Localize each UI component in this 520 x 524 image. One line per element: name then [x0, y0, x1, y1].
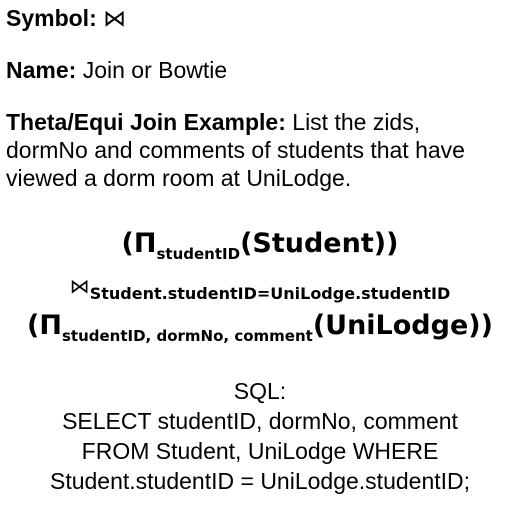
- ra-projection-open-2: (Π: [27, 310, 62, 341]
- ra-line-2: ⋈Student.studentID=UniLodge.studentID: [0, 274, 520, 304]
- example-label: Theta/Equi Join Example:: [6, 109, 286, 135]
- name-value: Join or Bowtie: [82, 57, 228, 83]
- ra-projection-subscript: studentID: [156, 245, 241, 263]
- join-condition: Student.studentID=UniLodge.studentID: [89, 284, 451, 303]
- sql-line-1: SELECT studentID, dormNo, comment: [62, 408, 458, 434]
- ra-projection-open: (Π: [121, 228, 157, 259]
- sql-label: SQL:: [233, 378, 287, 404]
- name-label: Name:: [6, 57, 77, 83]
- ra-relation: (Student)): [240, 228, 399, 259]
- name-line: Name: Join or Bowtie: [6, 56, 227, 84]
- sql-line-3: Student.studentID = UniLodge.studentID;: [49, 468, 471, 494]
- join-symbol-icon: ⋈: [69, 274, 90, 298]
- ra-line-3: (ΠstudentID, dormNo, comment(UniLodge)): [0, 310, 520, 345]
- ra-relation-2: (UniLodge)): [312, 310, 493, 341]
- symbol-label: Symbol:: [6, 5, 97, 31]
- ra-projection-subscript-2: studentID, dormNo, comment: [61, 327, 313, 345]
- ra-line-1: (ΠstudentID(Student)): [0, 228, 520, 263]
- sql-line-2: FROM Student, UniLodge WHERE: [81, 438, 439, 464]
- bowtie-symbol-icon: ⋈: [103, 5, 127, 31]
- symbol-line: Symbol: ⋈: [6, 4, 126, 32]
- example-paragraph: Theta/Equi Join Example: List the zids, …: [6, 108, 506, 192]
